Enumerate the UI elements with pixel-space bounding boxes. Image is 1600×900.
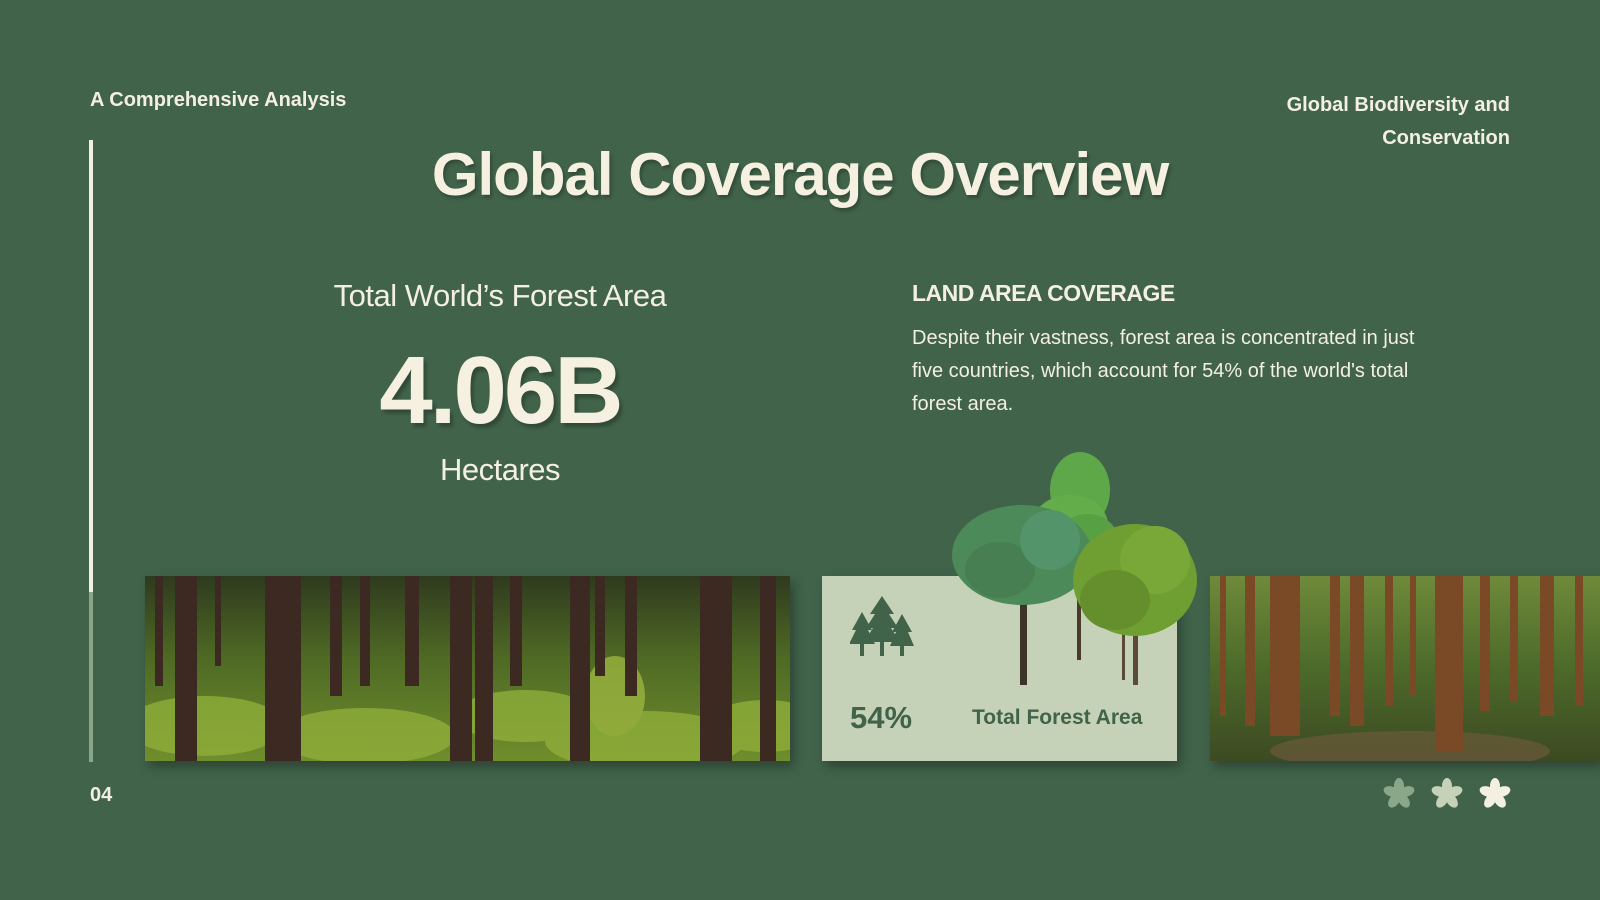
page-number: 04 bbox=[90, 784, 113, 806]
sunlit-forest-photo bbox=[1210, 576, 1600, 761]
section-heading: LAND AREA COVERAGE bbox=[912, 280, 1175, 306]
section-body: Despite their vastness, forest area is c… bbox=[912, 327, 1415, 415]
flower-decoration bbox=[1383, 778, 1513, 815]
card-percent: 54% bbox=[850, 700, 913, 735]
flower-icon bbox=[1479, 778, 1511, 808]
trees-icon bbox=[849, 594, 914, 663]
accent-line-muted bbox=[89, 592, 93, 762]
stat-label: Total World’s Forest Area bbox=[333, 278, 667, 313]
stat-unit: Hectares bbox=[439, 452, 561, 487]
card-label: Total Forest Area bbox=[972, 706, 1143, 729]
page-title: Global Coverage Overview bbox=[431, 141, 1169, 208]
subtitle-label: A Comprehensive Analysis bbox=[90, 89, 347, 111]
stat-value: 4.06B bbox=[379, 337, 623, 444]
flower-icon bbox=[1383, 778, 1415, 808]
three-trees-illustration bbox=[940, 450, 1200, 695]
flower-icon bbox=[1431, 778, 1463, 808]
moss-forest-photo bbox=[145, 576, 790, 761]
